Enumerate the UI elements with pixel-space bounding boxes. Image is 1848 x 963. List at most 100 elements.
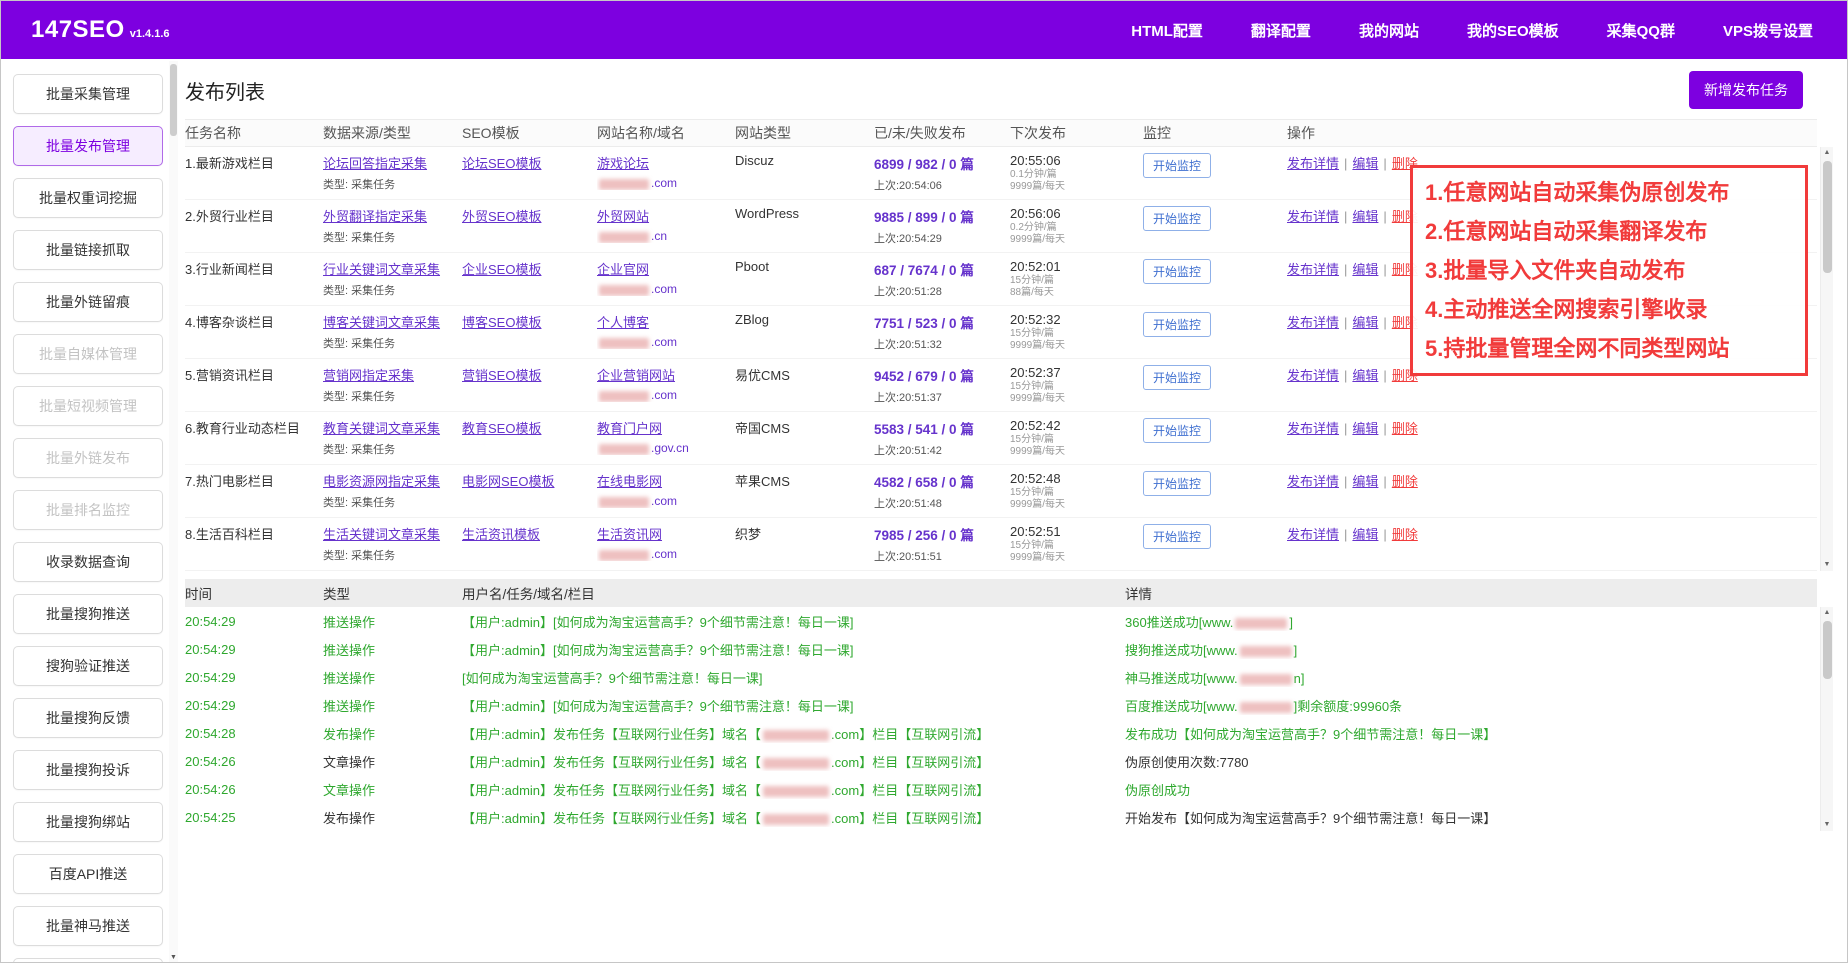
publish-detail-link[interactable]: 发布详情 <box>1287 368 1339 383</box>
site-name-link[interactable]: 生活资讯网 <box>597 524 662 543</box>
log-scroll-down-icon[interactable]: ▼ <box>1821 819 1833 831</box>
site-name-link[interactable]: 企业营销网站 <box>597 365 675 384</box>
sidebar-item-3[interactable]: 批量链接抓取 <box>13 230 163 270</box>
redacted-text <box>1235 618 1287 629</box>
start-monitor-button[interactable]: 开始监控 <box>1143 153 1211 178</box>
task-column-header: 数据来源/类型 <box>323 123 462 143</box>
source-link[interactable]: 营销网指定采集 <box>323 365 414 384</box>
source-link[interactable]: 博客关键词文章采集 <box>323 312 440 331</box>
source-link[interactable]: 外贸翻译指定采集 <box>323 206 427 225</box>
delete-link[interactable]: 删除 <box>1392 421 1418 436</box>
sidebar-item-16[interactable]: 批量神马推送 <box>13 906 163 946</box>
site-name-link[interactable]: 外贸网站 <box>597 206 649 225</box>
sidebar-item-7: 批量外链发布 <box>13 438 163 478</box>
edit-link[interactable]: 编辑 <box>1352 368 1378 383</box>
start-monitor-button[interactable]: 开始监控 <box>1143 259 1211 284</box>
row-actions: 发布详情|编辑|删除 <box>1287 524 1817 543</box>
sidebar-item-14[interactable]: 批量搜狗绑站 <box>13 802 163 842</box>
sidebar-scroll-down-icon[interactable]: ▼ <box>169 954 178 961</box>
daily-limit: 9999篇/每天 <box>1010 234 1135 245</box>
publish-stats: 6899 / 982 / 0 篇 <box>874 153 1002 173</box>
redacted-domain <box>599 285 649 296</box>
publish-detail-link[interactable]: 发布详情 <box>1287 421 1339 436</box>
publish-detail-link[interactable]: 发布详情 <box>1287 315 1339 330</box>
edit-link[interactable]: 编辑 <box>1352 474 1378 489</box>
sidebar-item-2[interactable]: 批量权重词挖掘 <box>13 178 163 218</box>
edit-link[interactable]: 编辑 <box>1352 209 1378 224</box>
start-monitor-button[interactable]: 开始监控 <box>1143 524 1211 549</box>
sidebar-item-4[interactable]: 批量外链留痕 <box>13 282 163 322</box>
sidebar-scrollbar-thumb[interactable] <box>170 64 177 136</box>
sidebar-item-15[interactable]: 百度API推送 <box>13 854 163 894</box>
site-domain: .gov.cn <box>597 441 727 455</box>
site-name-link[interactable]: 个人博客 <box>597 312 649 331</box>
edit-link[interactable]: 编辑 <box>1352 421 1378 436</box>
sidebar-item-0[interactable]: 批量采集管理 <box>13 74 163 114</box>
next-publish-time: 20:55:06 <box>1010 153 1135 168</box>
seo-template-link[interactable]: 外贸SEO模板 <box>462 206 541 225</box>
seo-template-link[interactable]: 博客SEO模板 <box>462 312 541 331</box>
start-monitor-button[interactable]: 开始监控 <box>1143 471 1211 496</box>
table-scroll-up-icon[interactable]: ▲ <box>1821 147 1833 159</box>
nav-item-5[interactable]: VPS拨号设置 <box>1723 20 1813 41</box>
log-scroll-up-icon[interactable]: ▲ <box>1821 607 1833 619</box>
publish-detail-link[interactable]: 发布详情 <box>1287 474 1339 489</box>
sidebar-item-17[interactable]: 批量360推送 <box>13 958 163 963</box>
publish-detail-link[interactable]: 发布详情 <box>1287 262 1339 277</box>
seo-template-link[interactable]: 论坛SEO模板 <box>462 153 541 172</box>
seo-template-link[interactable]: 生活资讯模板 <box>462 524 540 543</box>
sidebar-item-11[interactable]: 搜狗验证推送 <box>13 646 163 686</box>
sidebar-item-13[interactable]: 批量搜狗投诉 <box>13 750 163 790</box>
new-publish-task-button[interactable]: 新增发布任务 <box>1689 71 1803 109</box>
redacted-text <box>763 730 829 741</box>
delete-link[interactable]: 删除 <box>1392 474 1418 489</box>
edit-link[interactable]: 编辑 <box>1352 315 1378 330</box>
edit-link[interactable]: 编辑 <box>1352 527 1378 542</box>
log-detail: 发布成功【如何成为淘宝运营高手？9个细节需注意！每日一课】 <box>1125 724 1817 743</box>
log-detail: 神马推送成功[www.n] <box>1125 668 1817 687</box>
site-name-link[interactable]: 游戏论坛 <box>597 153 649 172</box>
seo-template-link[interactable]: 教育SEO模板 <box>462 418 541 437</box>
nav-item-2[interactable]: 我的网站 <box>1359 20 1419 41</box>
seo-template-link[interactable]: 企业SEO模板 <box>462 259 541 278</box>
site-name-link[interactable]: 在线电影网 <box>597 471 662 490</box>
log-scrollbar[interactable]: ▲ ▼ <box>1820 607 1833 831</box>
redacted-text <box>1240 702 1292 713</box>
daily-limit: 9999篇/每天 <box>1010 340 1135 351</box>
table-scroll-down-icon[interactable]: ▼ <box>1821 559 1833 571</box>
nav-item-3[interactable]: 我的SEO模板 <box>1467 20 1559 41</box>
start-monitor-button[interactable]: 开始监控 <box>1143 418 1211 443</box>
start-monitor-button[interactable]: 开始监控 <box>1143 365 1211 390</box>
log-scrollbar-thumb[interactable] <box>1823 621 1832 679</box>
sidebar-item-1[interactable]: 批量发布管理 <box>13 126 163 166</box>
sidebar-item-9[interactable]: 收录数据查询 <box>13 542 163 582</box>
site-name-link[interactable]: 企业官网 <box>597 259 649 278</box>
site-domain: .com <box>597 176 727 190</box>
task-name: 5.营销资讯栏目 <box>185 365 323 384</box>
table-scrollbar-thumb[interactable] <box>1823 161 1832 273</box>
nav-item-0[interactable]: HTML配置 <box>1131 20 1203 41</box>
publish-detail-link[interactable]: 发布详情 <box>1287 209 1339 224</box>
source-link[interactable]: 行业关键词文章采集 <box>323 259 440 278</box>
publish-detail-link[interactable]: 发布详情 <box>1287 527 1339 542</box>
start-monitor-button[interactable]: 开始监控 <box>1143 206 1211 231</box>
sidebar-item-12[interactable]: 批量搜狗反馈 <box>13 698 163 738</box>
table-scrollbar[interactable]: ▲ ▼ <box>1820 147 1833 571</box>
source-link[interactable]: 生活关键词文章采集 <box>323 524 440 543</box>
seo-template-link[interactable]: 营销SEO模板 <box>462 365 541 384</box>
source-link[interactable]: 教育关键词文章采集 <box>323 418 440 437</box>
delete-link[interactable]: 删除 <box>1392 527 1418 542</box>
source-link[interactable]: 电影资源网指定采集 <box>323 471 440 490</box>
nav-item-1[interactable]: 翻译配置 <box>1251 20 1311 41</box>
nav-item-4[interactable]: 采集QQ群 <box>1607 20 1675 41</box>
log-row: 20:54:29 推送操作 【用户:admin】[如何成为淘宝运营高手？9个细节… <box>185 635 1817 663</box>
seo-template-link[interactable]: 电影网SEO模板 <box>462 471 554 490</box>
edit-link[interactable]: 编辑 <box>1352 262 1378 277</box>
publish-detail-link[interactable]: 发布详情 <box>1287 156 1339 171</box>
start-monitor-button[interactable]: 开始监控 <box>1143 312 1211 337</box>
edit-link[interactable]: 编辑 <box>1352 156 1378 171</box>
source-link[interactable]: 论坛回答指定采集 <box>323 153 427 172</box>
sidebar-item-10[interactable]: 批量搜狗推送 <box>13 594 163 634</box>
sidebar-scrollbar[interactable]: ▼ <box>169 61 178 962</box>
site-name-link[interactable]: 教育门户网 <box>597 418 662 437</box>
